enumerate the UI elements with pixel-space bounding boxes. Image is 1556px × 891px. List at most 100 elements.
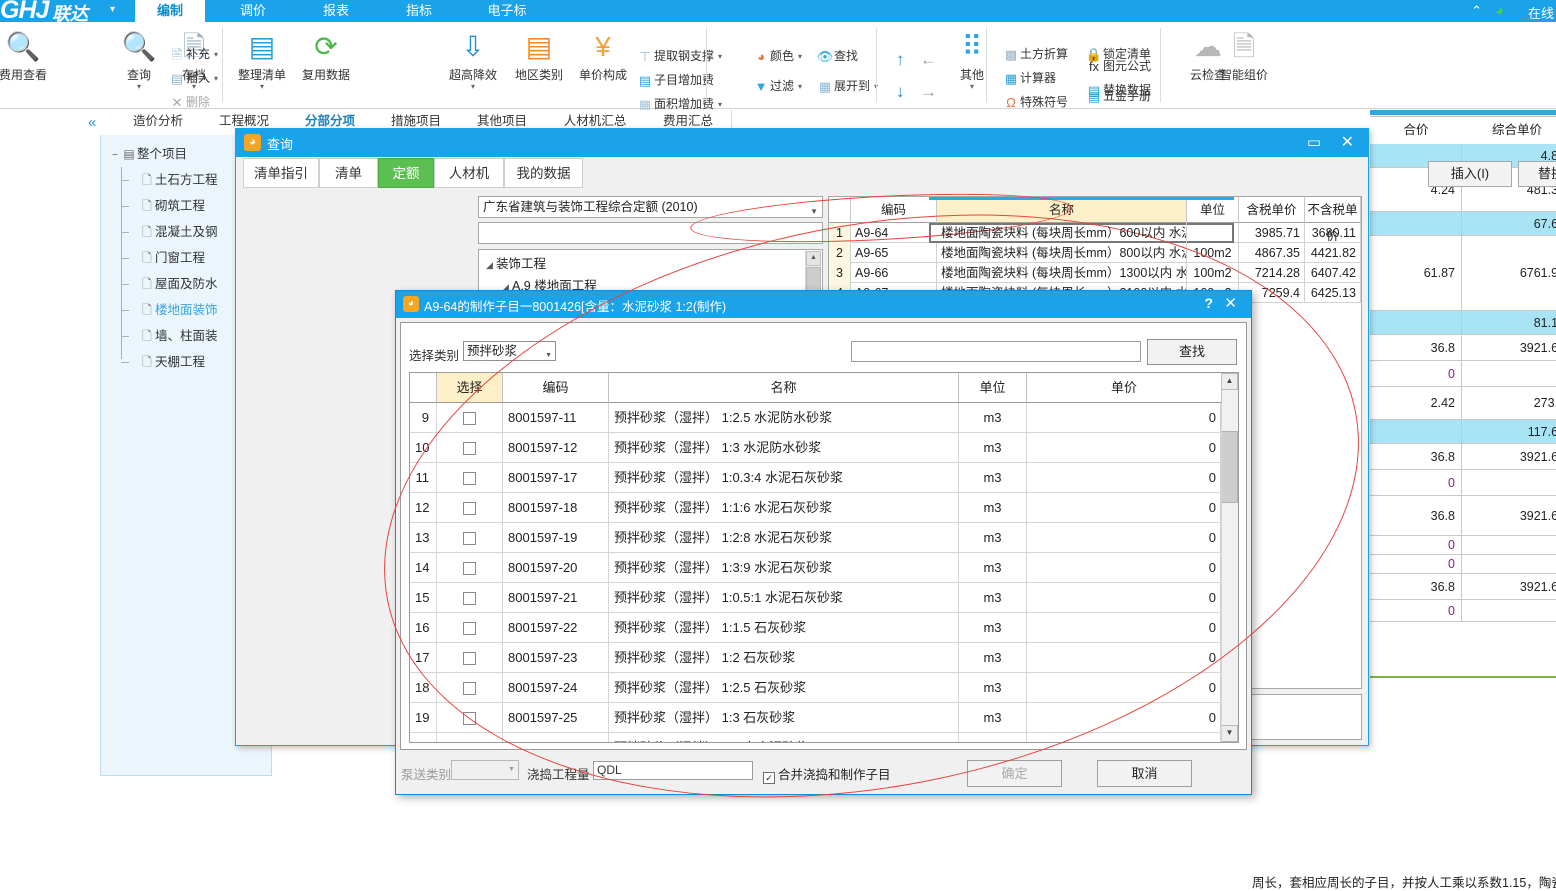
ribbon-button-其他[interactable]: ⠿ 其他 ▾ <box>941 26 1003 91</box>
help-icon[interactable]: ? <box>1204 295 1213 311</box>
pump-type-select[interactable]: ▼ <box>451 760 519 780</box>
arrow-right-icon[interactable]: → <box>920 82 937 102</box>
scroll-up-icon[interactable]: ▲ <box>806 251 821 266</box>
query-tab-4[interactable]: 我的数据 <box>504 158 583 188</box>
material-grid-row[interactable]: 15 8001597-21 预拌砂浆（湿拌） 1:0.5:1 水泥石灰砂浆 m3 0 <box>410 583 1222 613</box>
material-grid-row[interactable]: 16 8001597-22 预拌砂浆（湿拌） 1:1.5 石灰砂浆 m3 0 <box>410 613 1222 643</box>
query-grid-row[interactable]: 3A9-66楼地面陶瓷块料 (每块周长mm）1300以内 水泥砂浆100m272… <box>829 263 1361 283</box>
main-tab-4[interactable]: 电子标 <box>467 0 547 22</box>
arrow-down-icon[interactable]: ↓ <box>896 82 905 102</box>
material-grid-row[interactable]: 18 8001597-24 预拌砂浆（湿拌） 1:2.5 石灰砂浆 m3 0 <box>410 673 1222 703</box>
chevron-down-icon[interactable]: ▾ <box>108 83 170 91</box>
ribbon-button-费用查看[interactable]: 🔍 费用查看 <box>0 26 54 83</box>
ribbon-button-地区类别[interactable]: ▤ 地区类别 <box>508 26 570 83</box>
bg-grid-row[interactable]: 36.83921.66 <box>1370 574 1556 600</box>
material-select-checkbox[interactable] <box>437 703 503 733</box>
project-tree-item-8[interactable]: 🗋 天棚工程 <box>101 349 205 375</box>
ribbon-button-补充[interactable]: 🗎 补充 ▾ <box>168 42 218 66</box>
bg-grid-row[interactable]: 0 <box>1370 470 1556 496</box>
ribbon-button-颜色[interactable]: ◕ 颜色 ▾ <box>752 44 802 68</box>
collapse-panel-icon[interactable]: « <box>88 114 96 131</box>
chevron-up-icon[interactable]: ⌃ <box>1471 3 1482 19</box>
material-grid-row[interactable]: 14 8001597-20 预拌砂浆（湿拌） 1:3:9 水泥石灰砂浆 m3 0 <box>410 553 1222 583</box>
close-icon[interactable]: ✕ <box>1224 294 1237 312</box>
project-tree-item-5[interactable]: 🗋 屋面及防水 <box>101 271 217 297</box>
material-select-checkbox[interactable] <box>437 613 503 643</box>
library-select[interactable]: 广东省建筑与装饰工程综合定额 (2010) ▼ <box>478 196 823 218</box>
insert-button[interactable]: 插入(I) <box>1428 161 1512 187</box>
chevron-down-icon[interactable]: ▾ <box>214 67 218 91</box>
ribbon-button-计算器[interactable]: ▦ 计算器 <box>1002 66 1056 90</box>
ribbon-button-查询[interactable]: 🔍 查询 ▾ <box>108 26 170 91</box>
query-search-input[interactable] <box>478 222 823 244</box>
ribbon-button-图元公式[interactable]: fx 图元公式 <box>1085 54 1151 78</box>
material-grid-row[interactable]: 11 8001597-17 预拌砂浆（湿拌） 1:0.3:4 水泥石灰砂浆 m3 0 <box>410 463 1222 493</box>
merge-checkbox[interactable]: ✓ 合并浇捣和制作子目 <box>763 764 891 784</box>
query-grid-row[interactable]: 2A9-65楼地面陶瓷块料 (每块周长mm）800以内 水泥砂浆100m2486… <box>829 243 1361 263</box>
main-tab-0[interactable]: 编制 <box>135 0 205 22</box>
close-icon[interactable]: ✕ <box>1341 132 1354 152</box>
ribbon-button-展开到[interactable]: ▦展开到▾ <box>816 74 878 98</box>
minimize-icon[interactable]: ▭ <box>1307 133 1321 151</box>
material-grid-row[interactable]: 17 8001597-23 预拌砂浆（湿拌） 1:2 石灰砂浆 m3 0 <box>410 643 1222 673</box>
project-tree-item-2[interactable]: 🗋 砌筑工程 <box>101 193 205 219</box>
bg-grid-row[interactable]: 36.83921.66 <box>1370 496 1556 536</box>
query-tab-1[interactable]: 清单 <box>319 158 378 188</box>
project-tree-item-0[interactable]: − ▤ 整个项目 <box>101 141 187 167</box>
chevron-down-icon[interactable]: ▾ <box>798 45 802 69</box>
material-grid-row[interactable]: 9 8001597-11 预拌砂浆（湿拌） 1:2.5 水泥防水砂浆 m3 0 <box>410 403 1222 433</box>
bg-grid-row[interactable]: 36.83921.66 <box>1370 335 1556 361</box>
bg-grid-row[interactable]: 0 <box>1370 361 1556 387</box>
query-tab-0[interactable]: 清单指引 <box>243 158 319 188</box>
chevron-down-icon[interactable]: ▾ <box>231 83 293 91</box>
project-tree-item-1[interactable]: 🗋 土石方工程 <box>101 167 217 193</box>
ribbon-button-五金手册[interactable]: ▤ 五金手册 <box>1085 84 1151 108</box>
query-grid-row[interactable]: 1A9-64楼地面陶瓷块料 (每块周长mm）600以内 水泥砂浆100m2398… <box>829 223 1361 243</box>
confirm-button[interactable]: 确定 <box>967 760 1062 787</box>
material-select-checkbox[interactable] <box>437 523 503 553</box>
bg-grid-row[interactable]: 36.83921.66 <box>1370 444 1556 470</box>
query-tab-2[interactable]: 定额 <box>378 158 434 188</box>
chevron-down-icon[interactable]: ▾ <box>442 83 504 91</box>
ribbon-button-超高降效[interactable]: ⇩ 超高降效 ▾ <box>442 26 504 91</box>
material-grid-row[interactable]: 19 8001597-25 预拌砂浆（湿拌） 1:3 石灰砂浆 m3 0 <box>410 703 1222 733</box>
material-select-checkbox[interactable] <box>437 553 503 583</box>
ribbon-button-智能组价[interactable]: 🗎 智能组价 <box>1213 26 1275 83</box>
cancel-button[interactable]: 取消 <box>1097 760 1192 787</box>
chevron-down-icon[interactable]: ▾ <box>110 4 115 15</box>
expander-icon[interactable]: ◢ <box>483 254 496 276</box>
expander-icon[interactable]: − <box>109 143 121 169</box>
bg-grid-row[interactable]: 67.62 <box>1370 212 1556 236</box>
ribbon-button-整理清单[interactable]: ▤ 整理清单 ▾ <box>231 26 293 91</box>
arrow-up-icon[interactable]: ↑ <box>896 50 905 70</box>
material-select-checkbox[interactable] <box>437 733 503 742</box>
bg-grid-row[interactable]: 117.65 <box>1370 420 1556 444</box>
pour-quantity-input[interactable]: QDL <box>593 761 753 780</box>
main-tab-1[interactable]: 调价 <box>218 0 288 22</box>
ribbon-button-复用数据[interactable]: ⟳ 复用数据 <box>295 26 357 83</box>
doc-tab-0[interactable]: 造价分析 <box>115 110 202 133</box>
material-grid-row[interactable]: 10 8001597-12 预拌砂浆（湿拌） 1:3 水泥防水砂浆 m3 0 <box>410 433 1222 463</box>
replace-button[interactable]: 替换(R) <box>1518 161 1556 187</box>
ribbon-button-土方折算[interactable]: ▩ 土方折算 <box>1002 42 1068 66</box>
bg-grid-row[interactable]: 0 <box>1370 555 1556 574</box>
project-tree-item-7[interactable]: 🗋 墙、柱面装 <box>101 323 217 349</box>
chevron-down-icon[interactable]: ▾ <box>798 75 802 99</box>
project-tree-item-6[interactable]: 🗋 楼地面装饰 <box>101 297 217 323</box>
scroll-thumb[interactable] <box>1221 431 1238 503</box>
definition-tree-item-0[interactable]: ◢ 装饰工程 <box>479 253 546 275</box>
main-tab-3[interactable]: 指标 <box>384 0 454 22</box>
material-grid-scrollbar[interactable]: ▲ ▼ <box>1220 373 1238 742</box>
material-select-checkbox[interactable] <box>437 583 503 613</box>
project-tree-item-4[interactable]: 🗋 门窗工程 <box>101 245 205 271</box>
find-button[interactable]: 查找 <box>1147 339 1237 365</box>
material-select-checkbox[interactable] <box>437 433 503 463</box>
material-select-checkbox[interactable] <box>437 643 503 673</box>
material-grid-row[interactable]: 13 8001597-19 预拌砂浆（湿拌） 1:2:8 水泥石灰砂浆 m3 0 <box>410 523 1222 553</box>
material-grid-row[interactable]: 20 8001597-26预拌砂浆（湿拌） 1:1 白水泥砂浆m30 <box>410 733 1222 742</box>
bg-grid-row[interactable]: 2.42273.8 <box>1370 387 1556 420</box>
chevron-down-icon[interactable]: ▾ <box>941 83 1003 91</box>
bg-grid-row[interactable]: 81.17 <box>1370 311 1556 335</box>
material-select-checkbox[interactable] <box>437 673 503 703</box>
ribbon-button-子目增加费[interactable]: ▤ 子目增加费 <box>636 68 714 92</box>
